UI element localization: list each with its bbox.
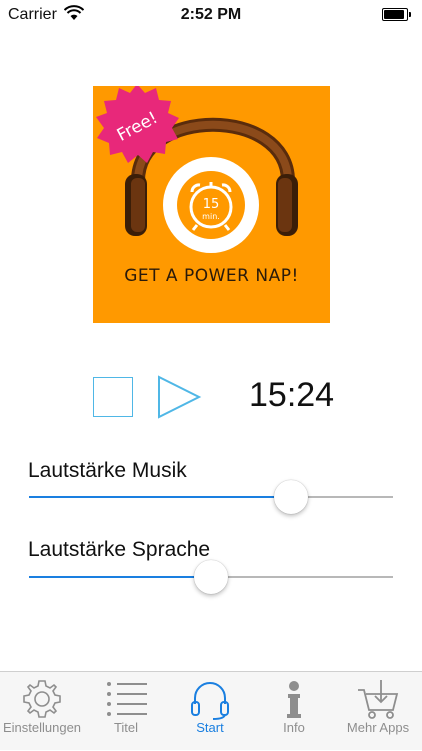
gear-icon xyxy=(23,680,61,718)
play-button[interactable] xyxy=(156,375,202,419)
artwork-timer-number: 15 xyxy=(203,197,220,212)
speech-volume-thumb[interactable] xyxy=(194,560,228,594)
tab-einstellungen[interactable]: Einstellungen xyxy=(0,672,84,751)
tab-mehr-apps[interactable]: Mehr Apps xyxy=(336,672,420,751)
tab-info[interactable]: Info xyxy=(252,672,336,751)
stop-button[interactable] xyxy=(93,377,133,417)
speech-volume-label: Lautstärke Sprache xyxy=(28,538,211,561)
music-volume-label: Lautstärke Musik xyxy=(28,459,187,482)
speech-volume-slider[interactable] xyxy=(29,560,393,594)
cart-icon xyxy=(358,680,399,719)
status-bar: Carrier 2:52 PM xyxy=(0,0,422,30)
tab-start[interactable]: Start xyxy=(168,672,252,751)
music-volume-thumb[interactable] xyxy=(274,480,308,514)
time-remaining: 15:24 xyxy=(249,376,335,414)
tab-bar: Einstellungen Titel Start Info Mehr Apps xyxy=(0,671,422,750)
tab-label-mehr-apps: Mehr Apps xyxy=(346,720,410,735)
headphones-icon xyxy=(191,682,229,720)
music-volume-slider[interactable] xyxy=(29,480,393,514)
status-time: 2:52 PM xyxy=(180,6,242,23)
speech-volume-fill xyxy=(29,576,211,578)
music-volume-fill xyxy=(29,496,291,498)
artwork-timer-unit: min. xyxy=(202,212,220,221)
artwork-caption: GET A POWER NAP! xyxy=(124,266,299,286)
battery-icon xyxy=(382,8,412,21)
list-icon xyxy=(107,682,147,716)
info-icon xyxy=(287,681,301,718)
tab-titel[interactable]: Titel xyxy=(84,672,168,751)
album-artwork: 15 min. Free! GET A POWER NAP! xyxy=(93,86,330,323)
headphones-artwork: 15 min. Free! xyxy=(96,86,298,253)
